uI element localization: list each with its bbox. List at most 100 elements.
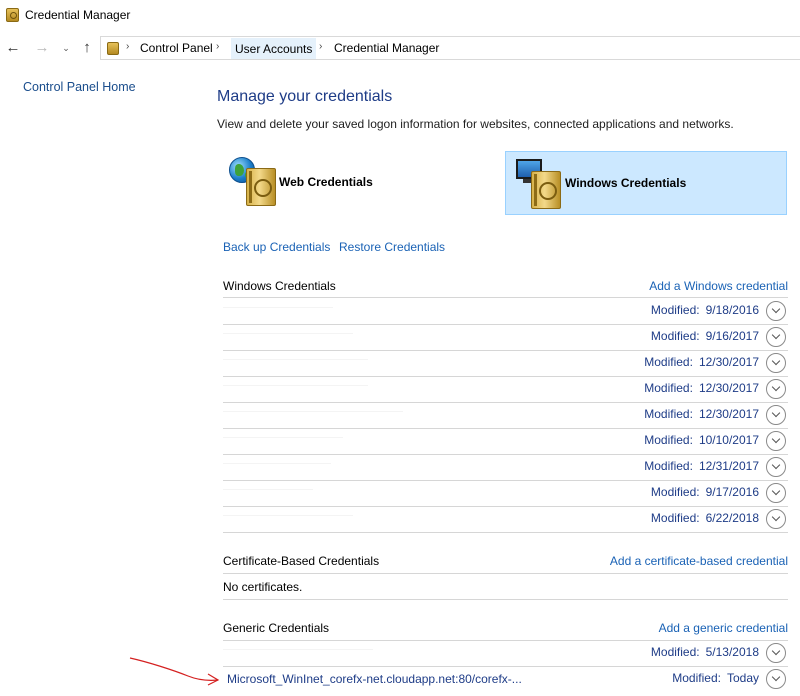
expand-chevron-icon[interactable] (766, 405, 786, 425)
page-description: View and delete your saved logon informa… (217, 117, 734, 131)
modified-date: 5/13/2018 (705, 645, 759, 659)
modified-label: Modified: (644, 381, 693, 395)
modified-label: Modified: (644, 433, 693, 447)
add-certificate-credential-link[interactable]: Add a certificate-based credential (610, 554, 788, 568)
breadcrumb-user-accounts[interactable]: User Accounts (231, 38, 317, 59)
modified-date: 12/30/2017 (698, 407, 759, 421)
breadcrumb-separator-icon: › (216, 41, 220, 52)
credential-name-redacted (223, 463, 331, 464)
modified-info: Modified: 12/30/2017 (644, 355, 759, 369)
windows-credential-row[interactable]: Modified: 10/10/2017 (223, 428, 788, 454)
credential-name-redacted (223, 649, 373, 650)
windows-credential-row[interactable]: Modified: 12/31/2017 (223, 454, 788, 480)
modified-label: Modified: (650, 645, 700, 659)
divider (223, 573, 788, 574)
modified-date: 10/10/2017 (698, 433, 759, 447)
forward-arrow-icon[interactable]: → (33, 38, 51, 58)
recent-locations-chevron-icon[interactable]: ⌄ (57, 38, 75, 58)
generic-credentials-header: Generic Credentials Add a generic creden… (223, 621, 788, 641)
modified-label: Modified: (650, 303, 700, 317)
breadcrumb-separator-icon: › (126, 41, 130, 52)
credential-manager-icon (6, 8, 19, 22)
windows-credential-row[interactable]: Modified: 9/18/2016 (223, 298, 788, 324)
expand-chevron-icon[interactable] (766, 669, 786, 689)
breadcrumb-separator-icon: › (319, 41, 323, 52)
modified-info: Modified: 9/18/2016 (651, 303, 759, 317)
breadcrumb-credential-manager[interactable]: Credential Manager (331, 41, 442, 55)
credential-name-redacted (223, 385, 368, 386)
windows-credentials-label: Windows Credentials (565, 176, 687, 190)
credential-name-redacted (223, 515, 353, 516)
modified-date: Today (726, 671, 759, 685)
modified-info: Modified: 10/10/2017 (644, 433, 759, 447)
control-panel-home-link[interactable]: Control Panel Home (23, 80, 136, 94)
expand-chevron-icon[interactable] (766, 327, 786, 347)
modified-info: Modified: 12/30/2017 (644, 407, 759, 421)
web-credentials-label: Web Credentials (279, 175, 373, 189)
windows-credentials-header: Windows Credentials Add a Windows creden… (223, 279, 788, 299)
modified-label: Modified: (644, 355, 693, 369)
expand-chevron-icon[interactable] (766, 643, 786, 663)
generic-credential-row[interactable]: Modified: 5/13/2018 (223, 640, 788, 666)
modified-date: 9/18/2016 (705, 303, 759, 317)
windows-credential-row[interactable]: Modified: 9/17/2016 (223, 480, 788, 506)
control-panel-icon (107, 42, 119, 55)
generic-credential-row[interactable]: Microsoft_WinInet_corefx-net.cloudapp.ne… (223, 666, 788, 692)
expand-chevron-icon[interactable] (766, 431, 786, 451)
add-generic-credential-link[interactable]: Add a generic credential (659, 621, 788, 635)
credential-name-redacted (223, 307, 333, 308)
modified-label: Modified: (650, 485, 700, 499)
modified-label: Modified: (672, 671, 721, 685)
expand-chevron-icon[interactable] (766, 509, 786, 529)
section-title: Generic Credentials (223, 621, 330, 635)
no-certificates-text: No certificates. (223, 580, 303, 594)
section-title: Windows Credentials (223, 279, 336, 293)
navigation-bar: ← → ⌄ ↑ › Control Panel › User Accounts … (0, 33, 800, 63)
divider (223, 532, 788, 533)
address-bar[interactable]: › Control Panel › User Accounts › Creden… (100, 36, 800, 60)
back-up-credentials-link[interactable]: Back up Credentials (223, 240, 330, 254)
credential-name: Microsoft_WinInet_corefx-net.cloudapp.ne… (227, 672, 522, 686)
expand-chevron-icon[interactable] (766, 457, 786, 477)
credential-name-redacted (223, 411, 403, 412)
expand-chevron-icon[interactable] (766, 301, 786, 321)
vault-icon (531, 171, 561, 209)
credential-name-redacted (223, 437, 343, 438)
modified-info: Modified: 9/17/2016 (651, 485, 759, 499)
web-credentials-tile[interactable]: Web Credentials (222, 151, 492, 215)
modified-date: 9/17/2016 (705, 485, 759, 499)
modified-info: Modified: Today (672, 671, 759, 685)
expand-chevron-icon[interactable] (766, 483, 786, 503)
modified-label: Modified: (644, 407, 693, 421)
modified-info: Modified: 12/31/2017 (644, 459, 759, 473)
credential-name-redacted (223, 333, 353, 334)
modified-date: 12/30/2017 (698, 355, 759, 369)
windows-credential-row[interactable]: Modified: 6/22/2018 (223, 506, 788, 532)
windows-credentials-tile[interactable]: Windows Credentials (505, 151, 787, 215)
credential-name-redacted (223, 359, 368, 360)
windows-credential-row[interactable]: Modified: 12/30/2017 (223, 350, 788, 376)
modified-info: Modified: 6/22/2018 (651, 511, 759, 525)
modified-date: 6/22/2018 (705, 511, 759, 525)
modified-date: 12/30/2017 (698, 381, 759, 395)
certificate-credentials-header: Certificate-Based Credentials Add a cert… (223, 554, 788, 574)
modified-date: 9/16/2017 (705, 329, 759, 343)
restore-credentials-link[interactable]: Restore Credentials (339, 240, 445, 254)
back-arrow-icon[interactable]: ← (4, 38, 22, 58)
expand-chevron-icon[interactable] (766, 353, 786, 373)
expand-chevron-icon[interactable] (766, 379, 786, 399)
modified-label: Modified: (650, 329, 700, 343)
breadcrumb-control-panel[interactable]: Control Panel (137, 41, 216, 55)
windows-credential-row[interactable]: Modified: 9/16/2017 (223, 324, 788, 350)
credential-name-redacted (223, 489, 313, 490)
windows-credential-row[interactable]: Modified: 12/30/2017 (223, 402, 788, 428)
window-title: Credential Manager (25, 8, 131, 22)
modified-label: Modified: (650, 511, 700, 525)
vault-icon (246, 168, 276, 206)
windows-credential-row[interactable]: Modified: 12/30/2017 (223, 376, 788, 402)
up-arrow-icon[interactable]: ↑ (78, 38, 96, 58)
divider (223, 599, 788, 600)
add-windows-credential-link[interactable]: Add a Windows credential (649, 279, 788, 293)
modified-info: Modified: 5/13/2018 (651, 645, 759, 659)
modified-label: Modified: (644, 459, 693, 473)
